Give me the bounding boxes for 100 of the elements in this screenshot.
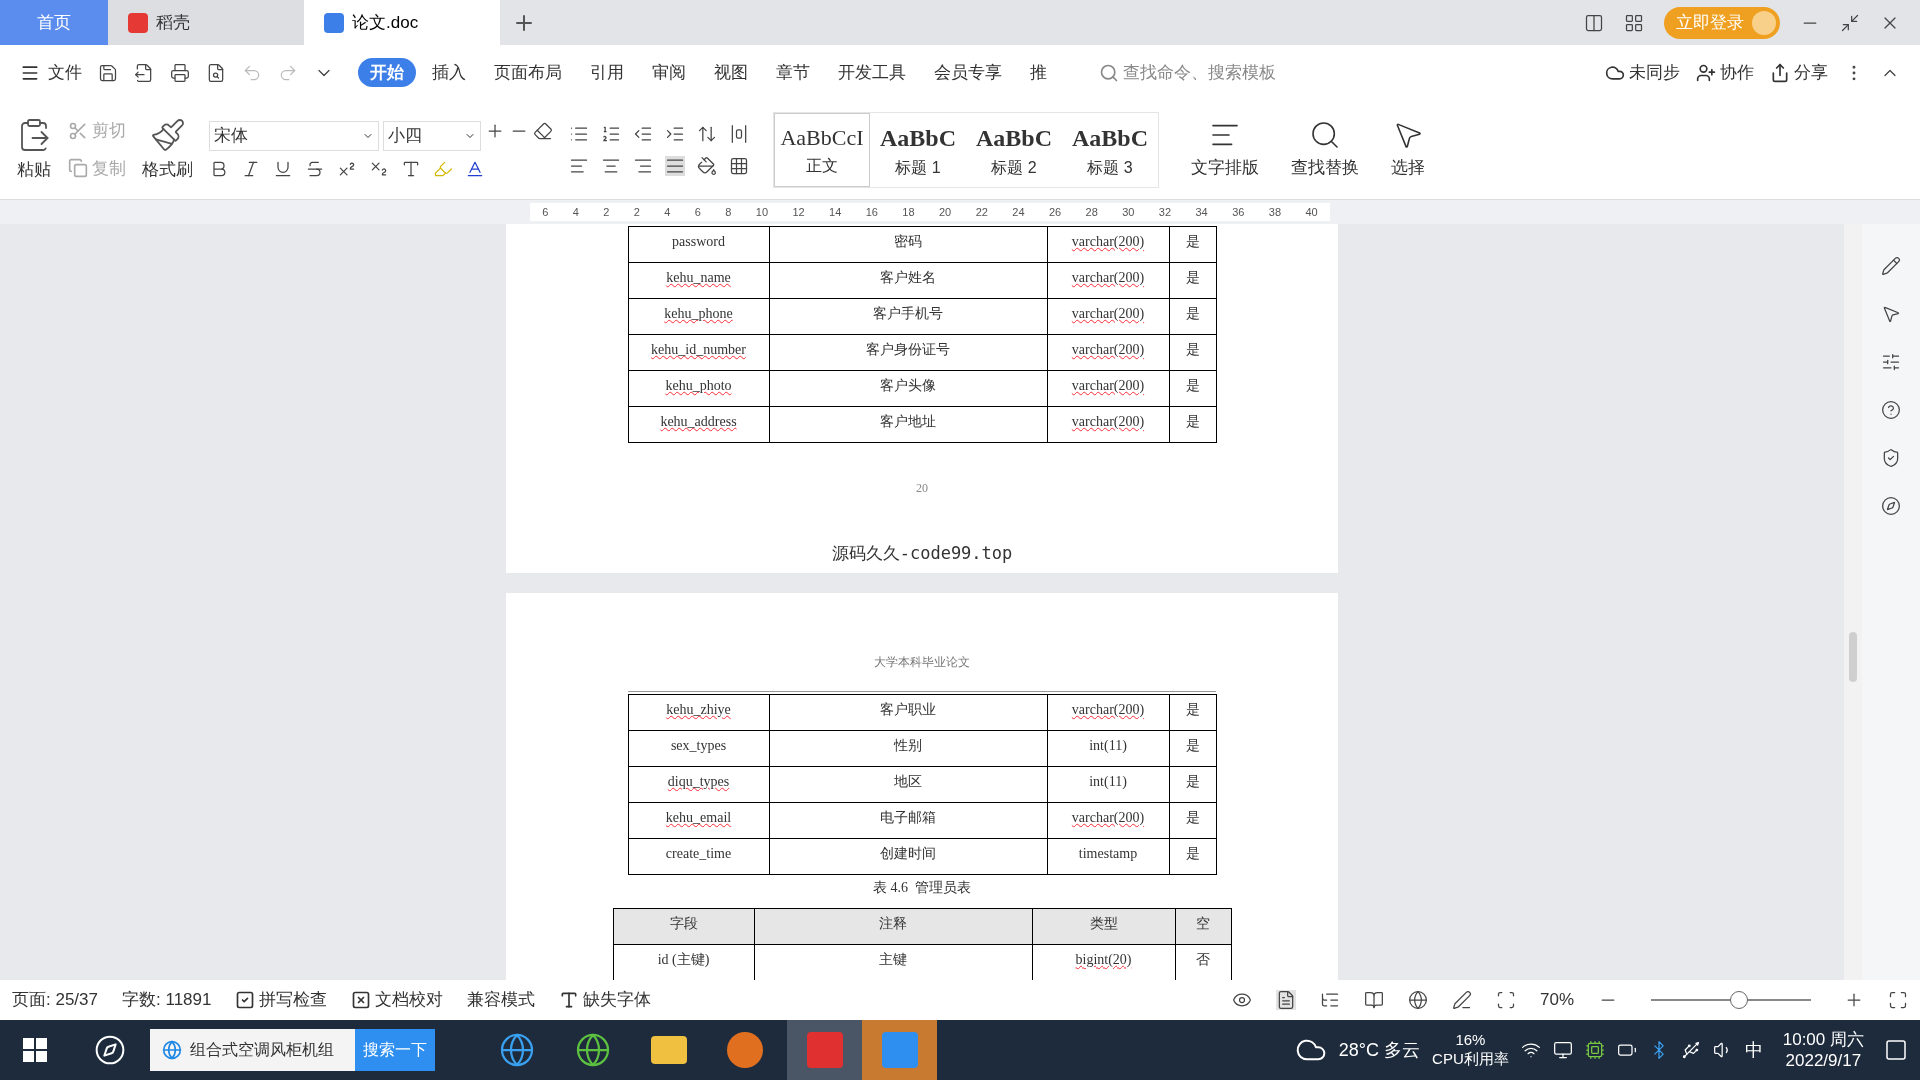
copy-icon: [68, 158, 88, 179]
taskbar-search-field[interactable]: 组合式空调风柜机组: [150, 1029, 355, 1071]
table-cell: varchar(200): [1047, 694, 1169, 730]
ribbon-tab[interactable]: 审阅: [640, 57, 698, 88]
missing-fonts-button[interactable]: 缺失字体: [559, 987, 652, 1013]
shield-icon[interactable]: [1881, 448, 1901, 468]
input-method-indicator[interactable]: 中: [1744, 1036, 1763, 1064]
table-cell: int(11): [1047, 730, 1169, 766]
table-cell: 创建时间: [769, 838, 1047, 874]
cpu-label: CPU利用率: [1432, 1050, 1509, 1069]
eraser-icon[interactable]: [533, 120, 553, 141]
style-preset[interactable]: AaBbC 标题 3: [1062, 112, 1158, 187]
toolbar-button[interactable]: 分享: [1770, 59, 1828, 86]
fit-icon[interactable]: [1495, 990, 1516, 1010]
cursor-icon[interactable]: [1881, 304, 1901, 324]
table-cell: sex_types: [628, 730, 769, 766]
table-cell: varchar(200): [1047, 802, 1169, 838]
share-icon: [1770, 62, 1790, 83]
ribbon-tool-button[interactable]: 查找替换: [1291, 118, 1359, 181]
table-cell: 类型: [1032, 908, 1175, 944]
cpu-percent: 16%: [1455, 1031, 1486, 1050]
toolbar-button[interactable]: 未同步: [1605, 59, 1680, 86]
ribbon-tab[interactable]: 引用: [578, 57, 636, 88]
scrollbar-thumb[interactable]: [1849, 632, 1857, 682]
ribbon-tab[interactable]: 页面布局: [482, 57, 574, 88]
ribbon-tool-button[interactable]: 选择: [1391, 118, 1425, 181]
zoom-level[interactable]: 70%: [1539, 987, 1574, 1013]
web-view-icon[interactable]: [1407, 990, 1428, 1010]
save-icon[interactable]: [98, 62, 118, 83]
table-cell: varchar(200): [1047, 406, 1169, 443]
gpu-icon[interactable]: [1584, 1040, 1605, 1060]
file-menu[interactable]: 文件: [20, 59, 82, 86]
page-view-icon[interactable]: [1275, 990, 1296, 1010]
ribbon-tab[interactable]: 视图: [702, 57, 760, 88]
style-preset[interactable]: AaBbCcI 正文: [774, 112, 870, 187]
sliders-icon[interactable]: [1881, 352, 1901, 372]
reading-view-icon[interactable]: [1363, 990, 1384, 1010]
ribbon-tab[interactable]: 章节: [764, 57, 822, 88]
table-cell: create_time: [628, 838, 769, 874]
preview-icon[interactable]: [206, 62, 226, 83]
print-icon[interactable]: [170, 62, 190, 83]
spell-check-button[interactable]: 拼写检查: [235, 987, 328, 1013]
page-count: 页面: 25/37: [12, 989, 98, 1012]
toolbar-button[interactable]: 协作: [1696, 59, 1754, 86]
shading-icon[interactable]: [697, 155, 717, 176]
justify-icon[interactable]: [665, 155, 685, 176]
table-cell: 客户身份证号: [769, 334, 1047, 371]
table-cell: 是: [1169, 730, 1216, 766]
windows-start-icon[interactable]: [23, 1038, 47, 1062]
ribbon-tab[interactable]: 插入: [420, 57, 478, 88]
table-cell: 是: [1169, 298, 1216, 335]
document-tab[interactable]: 论文.doc: [304, 0, 500, 45]
page-number: 20: [916, 480, 928, 497]
browser-icon[interactable]: [499, 1032, 535, 1068]
document-icon: [324, 12, 344, 33]
fullscreen-icon[interactable]: [1888, 990, 1908, 1010]
font-select[interactable]: 宋体: [209, 120, 379, 151]
grid-icon[interactable]: [1624, 12, 1644, 33]
table-cell: 注释: [754, 908, 1032, 944]
format-painter-button[interactable]: 格式刷: [142, 116, 193, 183]
restore-icon[interactable]: [1840, 12, 1860, 33]
table-cell: kehu_name: [628, 262, 769, 299]
table-cell: 是: [1169, 802, 1216, 838]
paste-button[interactable]: 粘贴: [16, 116, 52, 183]
monitor-icon[interactable]: [1552, 1040, 1573, 1060]
table-cell: kehu_id_number: [628, 334, 769, 371]
ribbon-tab[interactable]: 会员专享: [922, 57, 1014, 88]
style-preset[interactable]: AaBbC 标题 2: [966, 112, 1062, 187]
borders-icon[interactable]: [729, 155, 749, 176]
table-cell: 客户地址: [769, 406, 1047, 443]
pen-icon[interactable]: [1881, 256, 1901, 276]
table-cell: 是: [1169, 406, 1216, 443]
table-cell: varchar(200): [1047, 334, 1169, 371]
table-cell: kehu_zhiye: [628, 694, 769, 730]
document-tab[interactable]: 稻壳: [108, 0, 304, 45]
style-preset[interactable]: AaBbC 标题 1: [870, 112, 966, 187]
ribbon-tab[interactable]: 开发工具: [826, 57, 918, 88]
ribbon-tab[interactable]: 开始: [358, 57, 416, 88]
proofread-button[interactable]: 文档校对: [351, 987, 444, 1013]
paintbrush-icon: [149, 116, 186, 153]
compass-icon[interactable]: [1881, 496, 1901, 516]
avatar-icon: [1752, 10, 1776, 35]
table-cell: kehu_phone: [628, 298, 769, 335]
export-icon[interactable]: [134, 62, 154, 83]
help-icon[interactable]: [1881, 400, 1901, 420]
layout-icon[interactable]: [1584, 12, 1604, 33]
ribbon-tool-button[interactable]: 文字排版: [1191, 118, 1259, 181]
table-cell: 性别: [769, 730, 1047, 766]
search-icon: [1099, 62, 1119, 83]
command-search-field[interactable]: 查找命令、搜索模板: [1099, 59, 1323, 86]
browser-icon[interactable]: [575, 1032, 611, 1068]
edit-icon[interactable]: [1451, 990, 1472, 1010]
ribbon-tab[interactable]: 推: [1018, 57, 1059, 88]
notification-icon[interactable]: [1884, 1038, 1908, 1062]
table-cell: 地区: [769, 766, 1047, 802]
usb-icon[interactable]: [1680, 1040, 1701, 1060]
table-cell: 是: [1169, 370, 1216, 407]
slider-thumb[interactable]: [1730, 991, 1748, 1009]
font-size-select[interactable]: 小四: [383, 120, 481, 151]
table-cell: 是: [1169, 226, 1216, 263]
